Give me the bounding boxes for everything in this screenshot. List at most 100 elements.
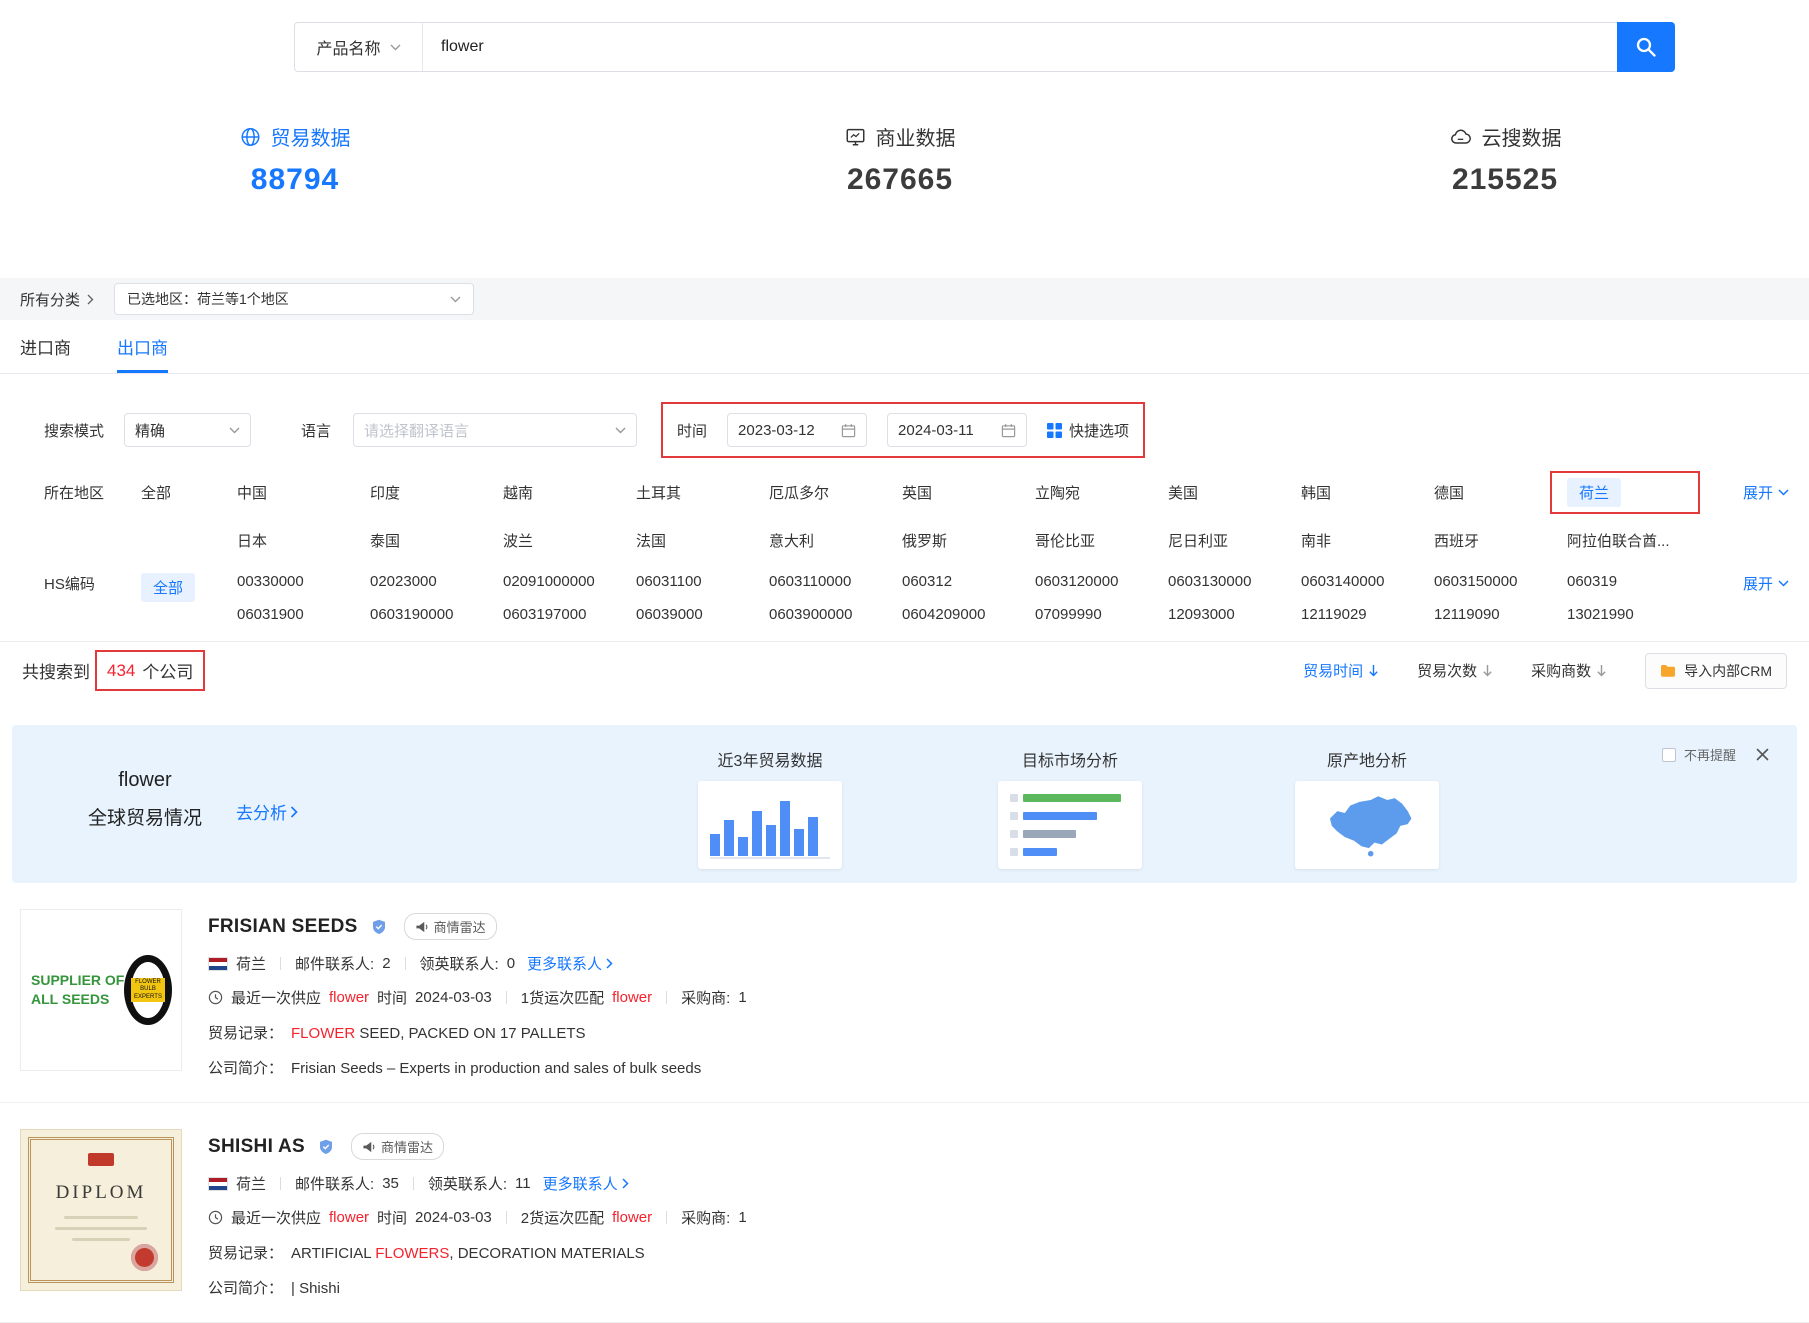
region-option[interactable]: 西班牙 — [1434, 526, 1567, 551]
hs-code-option[interactable]: 0603130000 — [1168, 569, 1301, 590]
hs-code-option[interactable]: 060312 — [902, 569, 1035, 590]
trade-data-chart-card[interactable]: 近3年贸易数据 — [698, 747, 842, 869]
hs-code-option[interactable]: 0603150000 — [1434, 569, 1567, 590]
search-mode-select[interactable]: 精确 — [124, 413, 251, 447]
company-logo[interactable]: DIPLOM — [20, 1129, 182, 1291]
mini-hbar-chart — [1010, 791, 1130, 859]
hs-code-option[interactable]: 06031900 — [237, 602, 370, 623]
region-option[interactable]: 立陶宛 — [1035, 478, 1168, 514]
hs-code-option[interactable]: 06031100 — [636, 569, 769, 590]
divider — [666, 991, 667, 1004]
region-option[interactable]: 波兰 — [503, 526, 636, 551]
region-option[interactable]: 南非 — [1301, 526, 1434, 551]
target-market-chart-card[interactable]: 目标市场分析 — [998, 747, 1142, 869]
close-banner-icon[interactable] — [1756, 748, 1769, 761]
sort-trade-time[interactable]: 贸易时间 — [1303, 660, 1379, 681]
sort-buyer-count[interactable]: 采购商数 — [1531, 660, 1607, 681]
supply-time: 2024-03-03 — [415, 989, 492, 1006]
time-label: 时间 — [677, 420, 707, 441]
radar-badge-label: 商情雷达 — [381, 1137, 433, 1156]
go-analyze-link[interactable]: 去分析 — [236, 799, 298, 824]
megaphone-icon — [362, 1141, 375, 1153]
region-option-all[interactable]: 全部 — [141, 478, 237, 503]
hs-code-option[interactable]: 0603120000 — [1035, 569, 1168, 590]
region-option[interactable]: 哥伦比亚 — [1035, 526, 1168, 551]
breadcrumb-all-categories[interactable]: 所有分类 — [20, 289, 94, 310]
date-to-input[interactable]: 2024-03-11 — [887, 413, 1027, 447]
region-option[interactable]: 阿拉伯联合酋... — [1567, 526, 1700, 551]
region-option[interactable]: 印度 — [370, 478, 503, 514]
hs-code-option[interactable]: 0603110000 — [769, 569, 902, 590]
hs-code-option[interactable]: 0603197000 — [503, 602, 636, 623]
origin-analysis-title: 原产地分析 — [1295, 747, 1439, 771]
selected-region-dropdown[interactable]: 已选地区：荷兰等1个地区 — [114, 283, 474, 315]
hs-expand-link[interactable]: 展开 — [1743, 569, 1789, 594]
search-input[interactable] — [423, 23, 1617, 71]
tab-exporters[interactable]: 出口商 — [117, 320, 168, 373]
date-from-value: 2023-03-12 — [738, 422, 815, 439]
linkedin-contacts-label: 领英联系人: — [428, 1173, 507, 1194]
region-option-selected[interactable]: 荷兰 — [1567, 478, 1621, 507]
hs-code-option[interactable]: 060319 — [1567, 569, 1700, 590]
stat-trade-data[interactable]: 贸易数据 88794 — [240, 122, 351, 197]
date-to-value: 2024-03-11 — [898, 422, 974, 439]
region-options-grid: 中国 印度 越南 土耳其 厄瓜多尔 英国 立陶宛 美国 韩国 德国 荷兰 日本 … — [237, 478, 1700, 551]
hs-code-option[interactable]: 06039000 — [636, 602, 769, 623]
target-market-chart-title: 目标市场分析 — [998, 747, 1142, 771]
hs-code-option[interactable]: 13021990 — [1567, 602, 1700, 623]
company-logo[interactable]: SUPPLIER OF ALL SEEDS FLOWER BULB EXPERT… — [20, 909, 182, 1071]
tab-importers[interactable]: 进口商 — [20, 320, 71, 373]
hs-code-option[interactable]: 00330000 — [237, 569, 370, 590]
dont-remind-checkbox[interactable] — [1662, 748, 1676, 762]
business-radar-badge[interactable]: 商情雷达 — [351, 1133, 444, 1160]
hs-option-all: 全部 — [141, 569, 237, 602]
more-contacts-link[interactable]: 更多联系人 — [527, 953, 613, 974]
region-option[interactable]: 土耳其 — [636, 478, 769, 514]
hs-expand-label: 展开 — [1743, 573, 1773, 594]
stat-cloud-data[interactable]: 云搜数据 215525 — [1449, 122, 1562, 197]
region-option[interactable]: 尼日利亚 — [1168, 526, 1301, 551]
import-crm-button[interactable]: 导入内部CRM — [1645, 653, 1787, 689]
company-name[interactable]: FRISIAN SEEDS — [208, 916, 358, 938]
origin-analysis-card[interactable]: 原产地分析 — [1295, 747, 1439, 869]
region-option[interactable]: 韩国 — [1301, 478, 1434, 514]
hs-code-option[interactable]: 07099990 — [1035, 602, 1168, 623]
region-option[interactable]: 英国 — [902, 478, 1035, 514]
hs-code-option[interactable]: 02023000 — [370, 569, 503, 590]
company-name[interactable]: SHISHI AS — [208, 1136, 305, 1158]
top-search-bar: 产品名称 — [0, 0, 1809, 72]
hs-code-option[interactable]: 0603900000 — [769, 602, 902, 623]
quick-options-button[interactable]: 快捷选项 — [1047, 420, 1129, 441]
region-option[interactable]: 俄罗斯 — [902, 526, 1035, 551]
divider — [506, 1211, 507, 1224]
chevron-down-icon — [615, 427, 626, 434]
language-select[interactable]: 请选择翻译语言 — [353, 413, 637, 447]
sort-trade-count[interactable]: 贸易次数 — [1417, 660, 1493, 681]
search-button[interactable] — [1617, 22, 1675, 72]
hs-code-option[interactable]: 12119029 — [1301, 602, 1434, 623]
region-option[interactable]: 泰国 — [370, 526, 503, 551]
region-option[interactable]: 德国 — [1434, 478, 1567, 514]
stat-business-data[interactable]: 商业数据 267665 — [845, 122, 956, 197]
more-contacts-link[interactable]: 更多联系人 — [543, 1173, 629, 1194]
hs-code-option[interactable]: 0603140000 — [1301, 569, 1434, 590]
region-option[interactable]: 厄瓜多尔 — [769, 478, 902, 514]
region-expand-link[interactable]: 展开 — [1743, 478, 1789, 503]
hs-code-option[interactable]: 12119090 — [1434, 602, 1567, 623]
region-option[interactable]: 越南 — [503, 478, 636, 514]
business-radar-badge[interactable]: 商情雷达 — [404, 913, 497, 940]
region-option[interactable]: 美国 — [1168, 478, 1301, 514]
hs-code-option[interactable]: 0604209000 — [902, 602, 1035, 623]
hs-all-pill[interactable]: 全部 — [141, 573, 195, 602]
logo-oval-badge: FLOWER BULB EXPERTS — [124, 955, 172, 1025]
hs-code-option[interactable]: 12093000 — [1168, 602, 1301, 623]
region-option[interactable]: 日本 — [237, 526, 370, 551]
search-category-select[interactable]: 产品名称 — [295, 23, 423, 71]
region-option[interactable]: 意大利 — [769, 526, 902, 551]
hs-code-option[interactable]: 0603190000 — [370, 602, 503, 623]
region-option[interactable]: 中国 — [237, 478, 370, 514]
region-option[interactable]: 法国 — [636, 526, 769, 551]
date-from-input[interactable]: 2023-03-12 — [727, 413, 867, 447]
language-label: 语言 — [301, 420, 331, 441]
hs-code-option[interactable]: 02091000000 — [503, 569, 636, 590]
